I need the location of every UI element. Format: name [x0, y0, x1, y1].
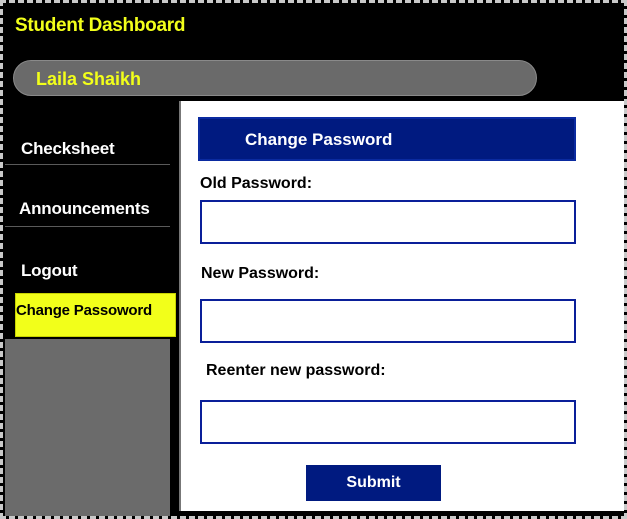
panel-title: Change Password — [245, 130, 393, 149]
submit-button[interactable]: Submit — [306, 465, 441, 501]
reenter-password-label: Reenter new password: — [206, 362, 386, 379]
new-password-field[interactable] — [200, 299, 576, 343]
old-password-field[interactable] — [200, 200, 576, 244]
sidebar-filler — [5, 339, 170, 516]
reenter-password-field[interactable] — [200, 400, 576, 444]
sidebar-item-announcements[interactable]: Announcements — [5, 195, 170, 227]
user-banner: Laila Shaikh — [13, 60, 537, 96]
sidebar-item-logout[interactable]: Logout — [5, 257, 170, 285]
sidebar-item-change-password[interactable]: Change Passoword — [15, 293, 176, 337]
change-password-panel: Change Password Old Password: New Passwo… — [179, 101, 624, 511]
panel-header: Change Password — [198, 117, 576, 161]
sidebar-item-checksheet[interactable]: Checksheet — [5, 135, 170, 165]
dashboard-window: Student Dashboard Laila Shaikh Checkshee… — [0, 0, 627, 519]
new-password-label: New Password: — [201, 265, 320, 282]
old-password-label: Old Password: — [200, 175, 313, 192]
user-name: Laila Shaikh — [36, 69, 142, 89]
sidebar: Checksheet Announcements Logout Change P… — [5, 99, 177, 516]
app-title: Student Dashboard — [15, 15, 186, 36]
